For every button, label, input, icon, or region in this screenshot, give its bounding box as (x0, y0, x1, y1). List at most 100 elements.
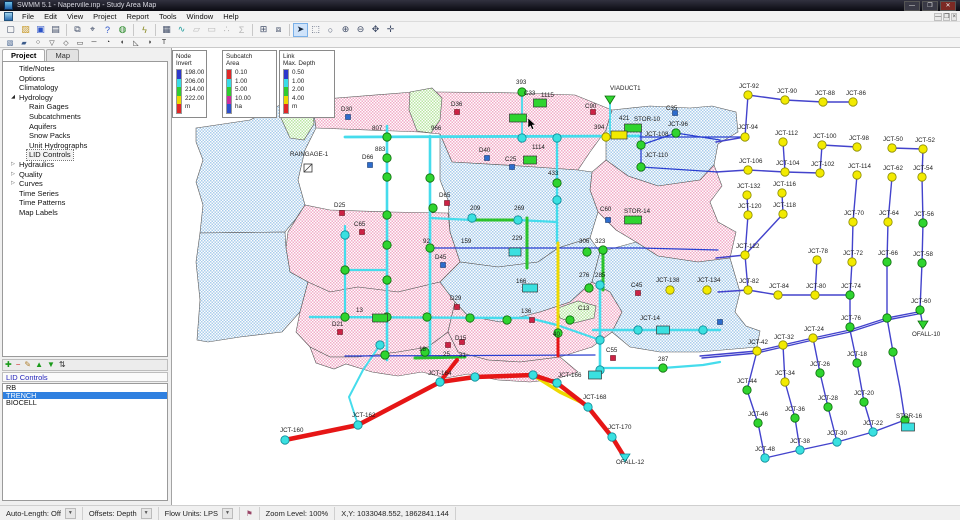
add-outlet-button[interactable]: ◗ (143, 38, 157, 47)
subcatchment-centroid[interactable] (340, 211, 345, 216)
map-node-junction[interactable] (813, 256, 821, 264)
map-link[interactable] (415, 357, 465, 358)
add-divider-button[interactable]: ◇ (59, 38, 73, 47)
zoom-in-button[interactable]: ⊕ (338, 23, 353, 37)
status-auto-length[interactable]: Auto-Length: Off▼ (0, 507, 83, 520)
mdi-minimize[interactable]: — (934, 13, 942, 21)
map-node-storage[interactable] (534, 99, 547, 107)
legend-node[interactable]: NodeInvert198.00206.00214.00222.00m (172, 50, 207, 118)
status-flow-units[interactable]: Flow Units: LPS▼ (159, 507, 240, 520)
subcatchment-centroid[interactable] (360, 230, 365, 235)
map-node-junction[interactable] (383, 211, 391, 219)
map-node-junction[interactable] (818, 141, 826, 149)
map-node-junction[interactable] (341, 231, 349, 239)
subcatchment-centroid[interactable] (591, 110, 596, 115)
map-node-junction[interactable] (383, 276, 391, 284)
add-storage-button[interactable]: ▭ (73, 38, 87, 47)
map-node-junction[interactable] (781, 378, 789, 386)
map-node-junction[interactable] (918, 173, 926, 181)
map-node-storage[interactable] (373, 314, 388, 322)
tree-item-hydraulics[interactable]: ▷Hydraulics (3, 160, 167, 170)
map-node-junction[interactable] (761, 454, 769, 462)
map-node-junction[interactable] (743, 386, 751, 394)
minimize-button[interactable]: — (904, 1, 920, 11)
zoom-out-button[interactable]: ⊖ (353, 23, 368, 37)
tree-item-map-labels[interactable]: Map Labels (3, 208, 167, 218)
pan-map-button[interactable]: ✥ (368, 23, 383, 37)
save-button[interactable]: ▣ (33, 23, 48, 37)
map-node-junction[interactable] (819, 98, 827, 106)
map-node-junction[interactable] (853, 143, 861, 151)
map-node-junction[interactable] (883, 314, 891, 322)
map-node-junction[interactable] (888, 144, 896, 152)
map-node-storage[interactable] (657, 326, 670, 334)
map-node-junction[interactable] (596, 336, 604, 344)
map-node-junction[interactable] (666, 286, 674, 294)
tree-item-subcatchments[interactable]: Subcatchments (3, 112, 167, 122)
map-node-junction[interactable] (860, 398, 868, 406)
map-node-junction[interactable] (584, 403, 592, 411)
report-graph-button[interactable]: ∿ (174, 23, 189, 37)
legend-subcatch[interactable]: SubcatchArea0.101.005.0010.00ha (222, 50, 277, 118)
map-node-junction[interactable] (672, 129, 680, 137)
map-node-junction[interactable] (602, 133, 610, 141)
delete-item-button[interactable]: − (16, 360, 21, 370)
map-node-junction[interactable] (529, 371, 537, 379)
map-node-junction[interactable] (741, 133, 749, 141)
help-button[interactable]: ? (100, 23, 115, 37)
map-node-junction[interactable] (744, 91, 752, 99)
map-node-junction[interactable] (754, 419, 762, 427)
expander-closed-icon[interactable]: ▷ (9, 179, 17, 189)
map-node-junction[interactable] (796, 446, 804, 454)
map-node-junction[interactable] (553, 196, 561, 204)
map-node-junction[interactable] (599, 246, 607, 254)
map-node-junction[interactable] (553, 379, 561, 387)
dropdown-arrow-icon[interactable]: ▼ (65, 508, 76, 519)
map-node-junction[interactable] (376, 341, 384, 349)
lid-control-item[interactable]: BIOCELL (3, 399, 167, 407)
add-outfall-button[interactable]: ▽ (45, 38, 59, 47)
layers-button[interactable]: ⧈ (271, 23, 286, 37)
add-subcatchment-button[interactable]: ▰ (17, 38, 31, 47)
map-node-junction[interactable] (919, 219, 927, 227)
mdi-close[interactable]: × (951, 13, 957, 21)
map-node-storage[interactable] (524, 156, 537, 164)
map-node-junction[interactable] (741, 251, 749, 259)
move-up-button[interactable]: ▲ (35, 360, 43, 370)
menu-project[interactable]: Project (88, 12, 121, 21)
map-node-junction[interactable] (779, 138, 787, 146)
map-node-junction[interactable] (471, 373, 479, 381)
subcatchment-centroid[interactable] (446, 343, 451, 348)
full-extent-button[interactable]: ✛ (383, 23, 398, 37)
map-node-junction[interactable] (884, 218, 892, 226)
map-node-junction[interactable] (849, 218, 857, 226)
add-junction-button[interactable]: ○ (31, 38, 45, 47)
run-simulation-button[interactable]: ϟ (137, 23, 152, 37)
copy-button[interactable]: ⧉ (70, 23, 85, 37)
dropdown-arrow-icon[interactable]: ▼ (141, 508, 152, 519)
map-node-junction[interactable] (703, 286, 711, 294)
menu-edit[interactable]: Edit (39, 12, 62, 21)
map-node-junction[interactable] (383, 173, 391, 181)
map-node-junction[interactable] (341, 266, 349, 274)
subcatchment-centroid[interactable] (338, 330, 343, 335)
map-node-junction[interactable] (429, 204, 437, 212)
subcatchment-centroid[interactable] (611, 356, 616, 361)
menu-help[interactable]: Help (218, 12, 243, 21)
map-node-junction[interactable] (436, 378, 444, 386)
subcatchment-centroid[interactable] (346, 115, 351, 120)
study-area-map[interactable]: 393C331115421STOR-10VIADUCT1394C90C35JCT… (172, 48, 960, 505)
map-node-junction[interactable] (383, 154, 391, 162)
map-node-junction[interactable] (637, 163, 645, 171)
map-node-junction[interactable] (744, 211, 752, 219)
subcatchment-centroid[interactable] (718, 320, 723, 325)
map-node-junction[interactable] (553, 179, 561, 187)
tree-item-time-series[interactable]: Time Series (3, 189, 167, 199)
subcatchment-centroid[interactable] (445, 201, 450, 206)
tab-project[interactable]: Project (2, 49, 45, 61)
map-node-junction[interactable] (383, 133, 391, 141)
tree-item-snow-packs[interactable]: Snow Packs (3, 131, 167, 141)
map-node-junction[interactable] (809, 334, 817, 342)
map-node-junction[interactable] (833, 438, 841, 446)
tree-item-hydrology[interactable]: ◢Hydrology (3, 93, 167, 103)
